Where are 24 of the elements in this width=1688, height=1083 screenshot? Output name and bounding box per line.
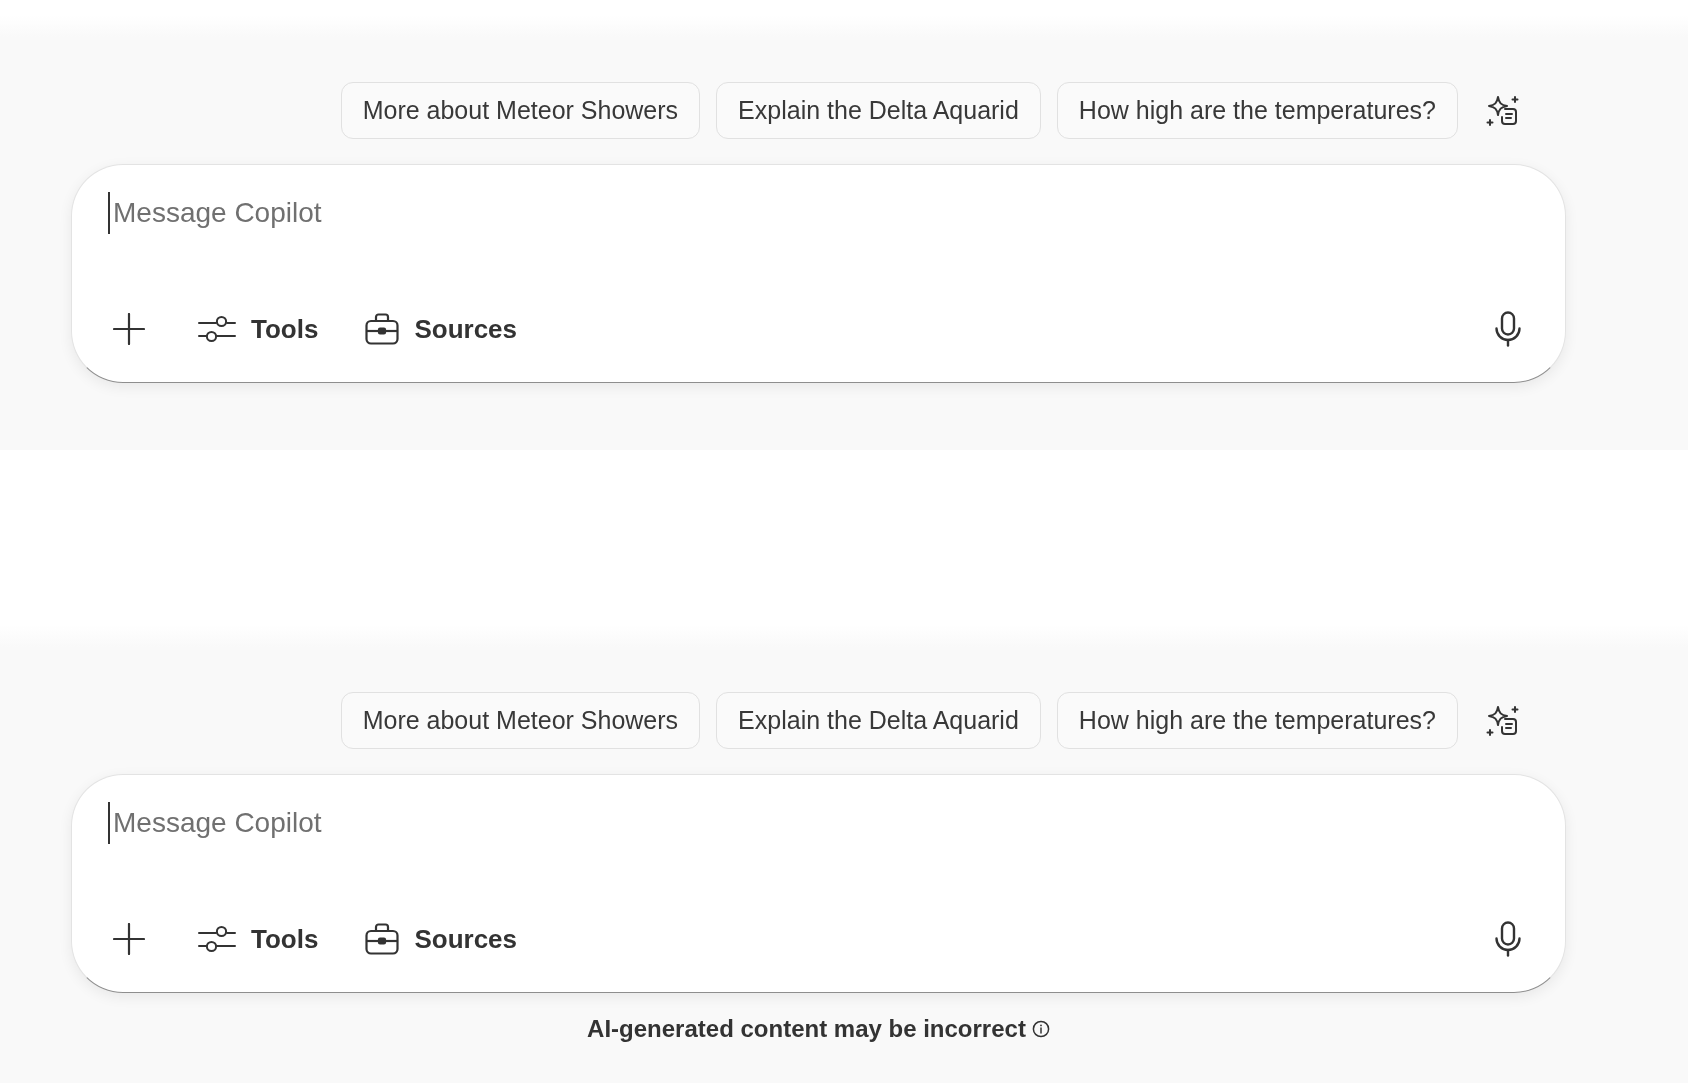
message-input[interactable]: Message Copilot	[108, 192, 1008, 234]
suggestion-chip[interactable]: Explain the Delta Aquarid	[716, 82, 1041, 139]
disclaimer-text: AI-generated content may be incorrect	[587, 1014, 1026, 1044]
sources-button[interactable]: Sources	[365, 919, 517, 959]
microphone-icon[interactable]	[1494, 921, 1522, 957]
tools-button[interactable]: Tools	[198, 919, 319, 959]
sliders-icon	[198, 925, 236, 953]
tools-button[interactable]: Tools	[198, 309, 319, 349]
sparkle-chat-icon[interactable]	[1486, 704, 1520, 737]
plus-icon[interactable]	[113, 313, 145, 345]
sparkle-chat-icon[interactable]	[1486, 94, 1520, 127]
suggestion-chip[interactable]: How high are the temperatures?	[1056, 82, 1458, 139]
suggestion-chip[interactable]: More about Meteor Showers	[340, 692, 701, 749]
suggestion-chip[interactable]: More about Meteor Showers	[340, 82, 701, 139]
info-icon[interactable]	[1031, 1020, 1050, 1038]
suggestion-chip[interactable]: Explain the Delta Aquarid	[716, 692, 1041, 749]
microphone-icon[interactable]	[1494, 311, 1522, 347]
briefcase-icon	[365, 313, 400, 345]
suggestion-chip[interactable]: How high are the temperatures?	[1056, 692, 1458, 749]
sources-button[interactable]: Sources	[365, 309, 517, 349]
sliders-icon	[198, 315, 236, 343]
plus-icon[interactable]	[113, 923, 145, 955]
briefcase-icon	[365, 923, 400, 955]
message-input[interactable]: Message Copilot	[108, 802, 1008, 844]
